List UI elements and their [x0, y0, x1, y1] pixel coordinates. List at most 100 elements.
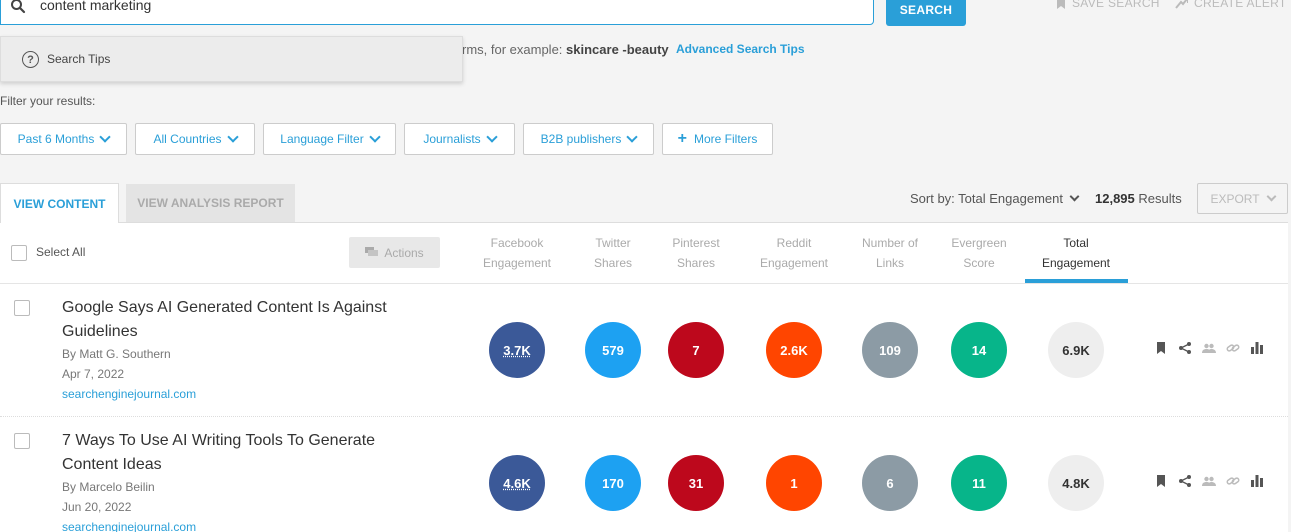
twitter-shares-value: 579 — [585, 322, 641, 378]
chevron-down-icon — [1069, 191, 1080, 202]
export-button[interactable]: EXPORT — [1197, 183, 1288, 214]
select-all-checkbox[interactable] — [11, 245, 27, 261]
sort-label: Sort by: Total Engagement — [910, 191, 1063, 206]
more-filters-button[interactable]: + More Filters — [662, 123, 773, 155]
chevron-down-icon — [1266, 191, 1277, 202]
link-icon[interactable] — [1226, 341, 1240, 355]
filter-label: Filter your results: — [0, 94, 96, 108]
active-sort-underline — [1025, 279, 1128, 283]
advanced-search-tips-link[interactable]: Advanced Search Tips — [676, 42, 805, 56]
question-icon: ? — [22, 51, 39, 68]
bar-chart-icon[interactable] — [1250, 474, 1264, 488]
create-alert-label: CREATE ALERT — [1194, 0, 1287, 10]
bookmark-icon[interactable] — [1154, 341, 1168, 355]
article-domain[interactable]: searchenginejournal.com — [62, 520, 196, 532]
link-icon[interactable] — [1226, 474, 1240, 488]
article-checkbox[interactable] — [14, 300, 30, 316]
col-links-line2: Links — [875, 256, 904, 270]
search-hint-prefix: rms, for example: — [462, 42, 567, 57]
bookmark-icon — [1057, 0, 1065, 9]
total-engagement-value: 6.9K — [1048, 322, 1104, 378]
chevron-down-icon — [626, 131, 639, 143]
col-total-line1: Total — [1063, 236, 1089, 250]
col-twitter-line1: Twitter — [595, 236, 631, 250]
number-of-links-value[interactable]: 6 — [862, 455, 918, 511]
article-title[interactable]: Google Says AI Generated Content Is Agai… — [62, 296, 422, 344]
article-date: Jun 20, 2022 — [62, 500, 132, 514]
results-number: 12,895 — [1095, 191, 1135, 206]
col-reddit-line1: Reddit — [776, 236, 812, 250]
results-count: 12,895 Results — [1095, 191, 1182, 206]
chevron-down-icon — [369, 131, 381, 143]
number-of-links-value[interactable]: 109 — [862, 322, 918, 378]
users-icon[interactable] — [1202, 474, 1216, 488]
article-date: Apr 7, 2022 — [62, 367, 125, 381]
sort-dropdown[interactable]: Sort by: Total Engagement — [910, 191, 1080, 206]
reddit-engagement-value: 2.6K — [766, 322, 822, 378]
reddit-engagement-value: 1 — [766, 455, 822, 511]
users-icon[interactable] — [1202, 341, 1216, 355]
search-tips-label[interactable]: Search Tips — [47, 52, 110, 66]
chevron-down-icon — [99, 131, 112, 143]
chat-icon — [365, 247, 379, 256]
article-actions — [1154, 474, 1264, 488]
col-total-line2: Engagement — [1041, 256, 1111, 270]
share-icon[interactable] — [1178, 341, 1192, 355]
filter-language[interactable]: Language Filter — [263, 123, 396, 155]
actions-label: Actions — [384, 245, 424, 260]
filter-date[interactable]: Past 6 Months — [0, 123, 127, 155]
article-title[interactable]: 7 Ways To Use AI Writing Tools To Genera… — [62, 429, 422, 477]
search-button[interactable]: SEARCH — [886, 0, 966, 26]
bar-chart-icon[interactable] — [1250, 341, 1264, 355]
article-author[interactable]: By Matt G. Southern — [62, 347, 171, 361]
col-evergreen-score[interactable]: Evergreen Score — [944, 233, 1014, 273]
evergreen-score-value: 11 — [951, 455, 1007, 511]
col-evergreen-line1: Evergreen — [951, 236, 1007, 250]
col-number-of-links[interactable]: Number of Links — [852, 233, 928, 273]
evergreen-score-value: 14 — [951, 322, 1007, 378]
col-twitter-shares[interactable]: Twitter Shares — [580, 233, 646, 273]
facebook-engagement-value[interactable]: 3.7K — [489, 322, 545, 378]
bookmark-icon[interactable] — [1154, 474, 1168, 488]
filter-b2b-publishers[interactable]: B2B publishers — [523, 123, 654, 155]
row-divider — [0, 416, 1288, 417]
export-label: EXPORT — [1210, 191, 1260, 206]
col-facebook-line1: Facebook — [490, 236, 544, 250]
article-checkbox[interactable] — [14, 433, 30, 449]
col-pinterest-line2: Shares — [676, 256, 716, 270]
create-alert-button[interactable]: CREATE ALERT — [1175, 0, 1287, 10]
chevron-down-icon — [226, 131, 239, 143]
search-hint-example: skincare -beauty — [566, 42, 669, 57]
filter-b2b-label: B2B publishers — [540, 132, 622, 146]
pinterest-shares-value: 7 — [668, 322, 724, 378]
col-total-engagement[interactable]: Total Engagement — [1030, 233, 1122, 273]
col-pinterest-line1: Pinterest — [672, 236, 720, 250]
save-search-button[interactable]: SAVE SEARCH — [1056, 0, 1160, 10]
filter-journalists[interactable]: Journalists — [404, 123, 515, 155]
filter-countries-label: All Countries — [153, 132, 222, 146]
col-facebook-engagement[interactable]: Facebook Engagement — [472, 233, 562, 273]
col-links-line1: Number of — [861, 236, 919, 250]
facebook-engagement-value[interactable]: 4.6K — [489, 455, 545, 511]
trend-arrow-icon — [1175, 0, 1188, 9]
filter-language-label: Language Filter — [280, 132, 364, 146]
chevron-down-icon — [486, 131, 498, 143]
article-author[interactable]: By Marcelo Beilin — [62, 480, 155, 494]
actions-button[interactable]: Actions — [349, 237, 440, 268]
results-label: Results — [1134, 191, 1182, 206]
filter-date-label: Past 6 Months — [17, 132, 95, 146]
filter-countries[interactable]: All Countries — [135, 123, 255, 155]
search-hint: rms, for example: skincare -beauty — [462, 42, 669, 57]
select-all-label[interactable]: Select All — [36, 245, 85, 259]
col-evergreen-line2: Score — [963, 256, 995, 270]
article-domain[interactable]: searchenginejournal.com — [62, 387, 196, 401]
col-pinterest-shares[interactable]: Pinterest Shares — [664, 233, 728, 273]
search-query[interactable]: content marketing — [40, 0, 151, 13]
tab-view-content[interactable]: VIEW CONTENT — [0, 183, 119, 223]
tab-view-analysis-report[interactable]: VIEW ANALYSIS REPORT — [126, 184, 295, 222]
twitter-shares-value: 170 — [585, 455, 641, 511]
col-reddit-engagement[interactable]: Reddit Engagement — [752, 233, 836, 273]
article-actions — [1154, 341, 1264, 355]
share-icon[interactable] — [1178, 474, 1192, 488]
col-twitter-line2: Shares — [593, 256, 633, 270]
